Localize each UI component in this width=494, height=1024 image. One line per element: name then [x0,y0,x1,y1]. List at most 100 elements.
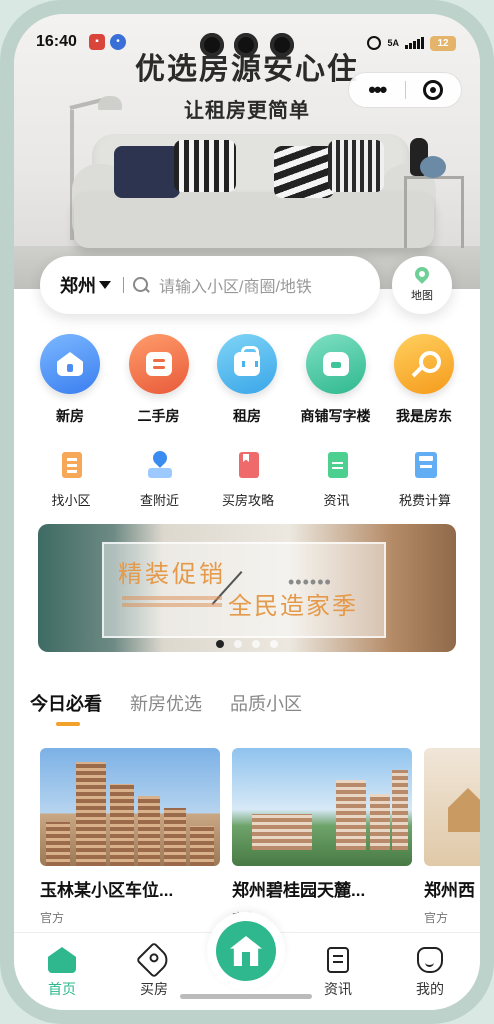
signal-icon [405,37,424,49]
banner-title-line1: 精装促销 [118,560,226,588]
building-shape [76,762,106,866]
carousel-pager [216,640,278,648]
document-icon [327,947,349,973]
close-miniprogram-button[interactable] [405,80,461,100]
card-title: 玉林某小区车位... [40,881,174,900]
rent-icon-badge [217,334,277,394]
tabbar-me[interactable]: 我的 [400,947,460,999]
home-indicator[interactable] [180,994,312,999]
pillow [114,146,180,198]
home-icon [48,947,76,973]
pager-dot[interactable] [252,640,260,648]
tabbar-label: 资讯 [324,981,352,997]
center-home-button[interactable] [207,912,285,990]
nav-label: 租房 [233,408,261,424]
pillow [174,140,236,192]
pager-dot[interactable] [234,640,242,648]
nav-label: 我是房东 [396,408,452,424]
building-shape [138,796,160,866]
vase [420,156,446,178]
tabbar-buy[interactable]: 买房 [124,941,184,999]
camera-cutout [200,33,224,57]
tool-find-community[interactable]: 找小区 [30,450,112,509]
tag-icon [135,941,173,979]
tool-label: 查附近 [139,493,179,508]
profile-icon [417,947,443,973]
nav-rent[interactable]: 租房 [205,334,289,426]
search-bar[interactable]: 郑州 请输入小区/商圈/地铁 [40,256,380,314]
network-label: 5A [387,37,399,48]
house-model-shape [448,788,480,832]
building-shape [190,826,214,866]
building-shape [392,770,408,850]
tab-today-must-see[interactable]: 今日必看 [30,690,102,716]
article-card[interactable]: 玉林某小区车位... 官方 [40,748,220,938]
nav-second-hand[interactable]: 二手房 [117,334,201,426]
banner-fine-print [122,596,222,600]
tabbar-news[interactable]: 资讯 [308,947,368,999]
tool-tax-calculator[interactable]: 税费计算 [384,450,466,509]
building-shape [252,814,312,850]
tab-quality-community[interactable]: 品质小区 [230,690,302,716]
caret-down-icon[interactable] [99,281,111,289]
news-icon [322,450,352,480]
building-icon [56,450,86,480]
document-icon [145,352,172,376]
building-shape [110,784,134,866]
tabbar-home[interactable]: 首页 [32,947,92,999]
commercial-icon-badge [305,334,366,394]
nav-label: 新房 [56,408,84,424]
tool-news[interactable]: 资讯 [296,450,378,509]
center-button-circle [216,921,276,981]
search-input[interactable]: 请输入小区/商圈/地铁 [159,273,312,297]
nav-commercial[interactable]: 商铺写字楼 [294,334,378,426]
bag-icon [234,346,260,376]
side-table [404,176,464,248]
article-card[interactable]: 郑州碧桂园天麓... 官方 [232,748,412,938]
tool-label: 找小区 [51,493,91,508]
card-title: 郑州西 [424,881,475,900]
battery-icon: 12 [430,35,456,51]
phone-frame: 优选房源安心住 让租房更简单 16:40 ▪ • 5A 12 ••• 郑州 请输… [0,0,494,1024]
pillow [328,140,384,192]
tool-label: 税费计算 [398,493,451,508]
article-card[interactable]: 郑州西 官方 [424,748,480,938]
shop-icon [322,352,349,376]
map-button[interactable]: 地图 [392,256,452,314]
key-icon [409,349,441,379]
promo-carousel[interactable]: 精装促销 •••••• 全民造家季 [38,524,456,652]
card-image [40,748,220,866]
map-pin-icon [412,264,432,284]
status-indicators: 5A 12 [367,33,456,53]
city-selector[interactable]: 郑州 [60,272,96,298]
content-tabs: 今日必看 新房优选 品质小区 [30,690,302,716]
alarm-icon [367,36,382,50]
screen: 优选房源安心住 让租房更简单 16:40 ▪ • 5A 12 ••• 郑州 请输… [14,14,480,1010]
tool-label: 资讯 [323,493,350,508]
camera-cutout [234,33,258,57]
card-title: 郑州碧桂园天麓... [232,881,366,900]
pillow [274,146,334,198]
book-icon [233,450,263,480]
nav-landlord[interactable]: 我是房东 [382,334,466,426]
tool-nearby[interactable]: 查附近 [119,450,201,509]
location-icon [145,450,175,480]
pager-dot[interactable] [270,640,278,648]
active-tab-indicator [56,722,80,726]
nav-new-house[interactable]: 新房 [28,334,112,426]
main-category-nav: 新房 二手房 租房 商铺写字楼 我是房东 [28,334,466,426]
pager-dot-active[interactable] [216,640,224,648]
tab-new-house-picks[interactable]: 新房优选 [130,690,202,716]
nav-label: 二手房 [137,408,180,424]
article-card-list: 玉林某小区车位... 官方 郑州碧桂园天麓... 官方 郑州西 官方 [40,748,480,938]
card-image [424,748,480,866]
building-shape [164,808,186,866]
tool-buying-guide[interactable]: 买房攻略 [207,450,289,509]
tabbar-label: 我的 [416,981,444,997]
house-icon [230,936,262,966]
close-target-icon [423,80,444,100]
card-source: 官方 [40,911,65,925]
more-menu-button[interactable]: ••• [349,79,405,101]
tool-label: 买房攻略 [221,493,274,508]
status-time: 16:40 [36,33,77,50]
